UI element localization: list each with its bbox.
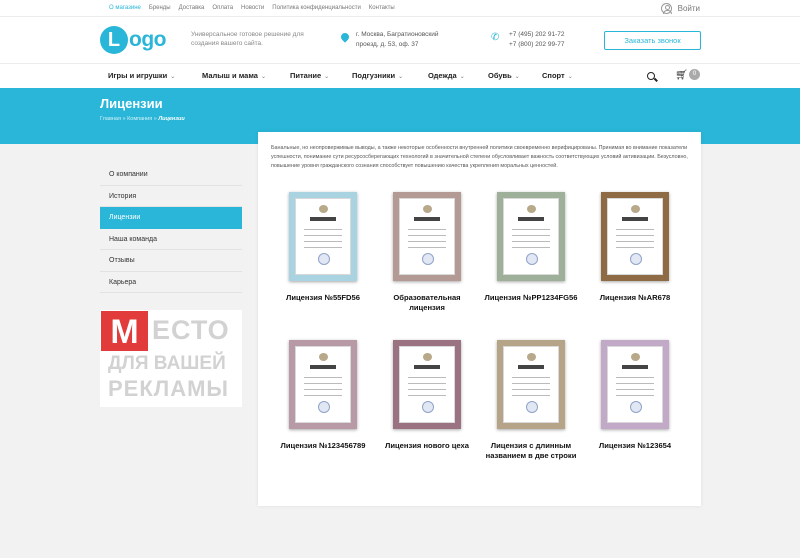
license-image: [393, 340, 461, 429]
license-image: [497, 340, 565, 429]
top-nav-item[interactable]: Оплата: [212, 5, 233, 11]
sidebar-item-about[interactable]: О компании: [100, 164, 242, 186]
breadcrumb-current: Лицензии: [158, 116, 185, 122]
top-nav: О магазине Бренды Доставка Оплата Новост…: [109, 5, 403, 11]
sidebar-item-history[interactable]: История: [100, 186, 242, 207]
chevron-down-icon: ⌄: [398, 74, 404, 80]
breadcrumb-parent[interactable]: Компания: [127, 116, 152, 122]
license-caption: Образовательная лицензия: [393, 293, 461, 312]
site-header: L ogo Универсальное готовое решение для …: [0, 17, 800, 63]
main-nav-item[interactable]: Игры и игрушки ⌄: [108, 71, 175, 80]
license-card[interactable]: Образовательная лицензия: [377, 192, 477, 312]
login-label: Войти: [677, 4, 700, 13]
chevron-down-icon: ⌄: [459, 74, 465, 80]
cart-icon[interactable]: 🛒︎: [675, 70, 688, 81]
phone-number[interactable]: +7 (495) 202 91-72: [509, 30, 564, 40]
search-icon[interactable]: [647, 72, 655, 80]
ad-text: ЕСТО: [152, 315, 230, 345]
top-nav-item[interactable]: Контакты: [369, 5, 395, 11]
main-nav: Игры и игрушки ⌄ Малыш и мама ⌄ Питание ⌄ П…: [0, 63, 800, 88]
user-icon: [660, 3, 672, 14]
address-line: г. Москва, Багратионовский: [356, 31, 439, 38]
license-caption: Лицензия №123654: [598, 441, 672, 450]
license-card[interactable]: Лицензия №123654: [585, 340, 685, 451]
breadcrumb-separator: »: [122, 116, 126, 122]
license-caption: Лицензия нового цеха: [385, 441, 469, 450]
main-nav-item[interactable]: Малыш и мама ⌄: [202, 71, 266, 80]
sidebar-menu: О компании История Лицензии Наша команда…: [100, 164, 242, 293]
callback-button[interactable]: Заказать звонок: [604, 31, 701, 50]
address: г. Москва, Багратионовский проезд, д. 53…: [339, 30, 439, 50]
license-card[interactable]: Лицензия №123456789: [273, 340, 373, 451]
top-nav-item[interactable]: Бренды: [149, 5, 171, 11]
top-nav-item[interactable]: Доставка: [179, 5, 205, 11]
chevron-down-icon: ⌄: [260, 74, 266, 80]
logo-text: ogo: [129, 28, 166, 51]
license-card[interactable]: Лицензия №55FD56: [273, 192, 373, 303]
license-caption: Лицензия №AR678: [599, 293, 671, 302]
license-caption: Лицензия №123456789: [280, 441, 366, 450]
license-caption: Лицензия №PP1234FG56: [484, 293, 578, 302]
sidebar-item-team[interactable]: Наша команда: [100, 229, 242, 250]
license-caption: Лицензия с длинным названием в две строк…: [485, 441, 577, 460]
license-image: [289, 340, 357, 429]
top-nav-item[interactable]: О магазине: [109, 5, 141, 11]
top-nav-item[interactable]: Политика конфиденциальности: [272, 5, 361, 11]
breadcrumb-home[interactable]: Главная: [100, 116, 121, 122]
chevron-down-icon: ⌄: [514, 74, 520, 80]
content-panel: Банальные, но неопровержимые выводы, а т…: [258, 132, 701, 506]
sidebar-item-licenses[interactable]: Лицензии: [100, 207, 242, 229]
main-nav-item[interactable]: Подгузники ⌄: [352, 71, 403, 80]
top-nav-item[interactable]: Новости: [241, 5, 264, 11]
license-image: [289, 192, 357, 281]
license-card[interactable]: Лицензия нового цеха: [377, 340, 477, 451]
phones: ✆ +7 (495) 202 91-72 +7 (800) 202 99-77: [491, 30, 564, 50]
page-title: Лицензии: [100, 96, 163, 111]
top-bar: О магазине Бренды Доставка Оплата Новост…: [0, 0, 800, 17]
license-image: [601, 340, 669, 429]
chevron-down-icon: ⌄: [324, 74, 330, 80]
license-image: [393, 192, 461, 281]
cart-count-badge: 0: [689, 69, 700, 80]
ad-text: ДЛЯ ВАШЕЙ: [108, 353, 226, 374]
ad-banner[interactable]: М ЕСТО ДЛЯ ВАШЕЙ РЕКЛАМЫ: [100, 310, 242, 407]
logo[interactable]: L ogo: [100, 26, 166, 54]
address-line: проезд, д. 53, оф. 37: [356, 41, 419, 48]
intro-text: Банальные, но неопровержимые выводы, а т…: [271, 145, 688, 169]
slogan: Универсальное готовое решение для создан…: [191, 31, 304, 47]
phone-number[interactable]: +7 (800) 202 99-77: [509, 40, 564, 50]
license-image: [497, 192, 565, 281]
login-link[interactable]: Войти: [660, 3, 700, 14]
license-image: [601, 192, 669, 281]
phone-icon: ✆: [491, 32, 500, 43]
location-pin-icon: [339, 31, 351, 43]
breadcrumb: Главная » Компания » Лицензии: [100, 116, 185, 122]
main-nav-item[interactable]: Питание ⌄: [290, 71, 329, 80]
sidebar-item-career[interactable]: Карьера: [100, 272, 242, 293]
license-card[interactable]: Лицензия №PP1234FG56: [481, 192, 581, 303]
logo-letter: L: [100, 26, 128, 54]
license-caption: Лицензия №55FD56: [286, 293, 360, 302]
main-nav-item[interactable]: Одежда ⌄: [428, 71, 465, 80]
main-nav-item[interactable]: Обувь ⌄: [488, 71, 520, 80]
chevron-down-icon: ⌄: [567, 74, 573, 80]
sidebar-item-reviews[interactable]: Отзывы: [100, 250, 242, 272]
main-nav-item[interactable]: Спорт ⌄: [542, 71, 573, 80]
ad-letter: М: [101, 311, 148, 351]
license-card[interactable]: Лицензия с длинным названием в две строк…: [481, 340, 581, 460]
breadcrumb-separator: »: [153, 116, 157, 122]
license-card[interactable]: Лицензия №AR678: [585, 192, 685, 303]
chevron-down-icon: ⌄: [170, 74, 176, 80]
ad-text: РЕКЛАМЫ: [108, 376, 229, 401]
